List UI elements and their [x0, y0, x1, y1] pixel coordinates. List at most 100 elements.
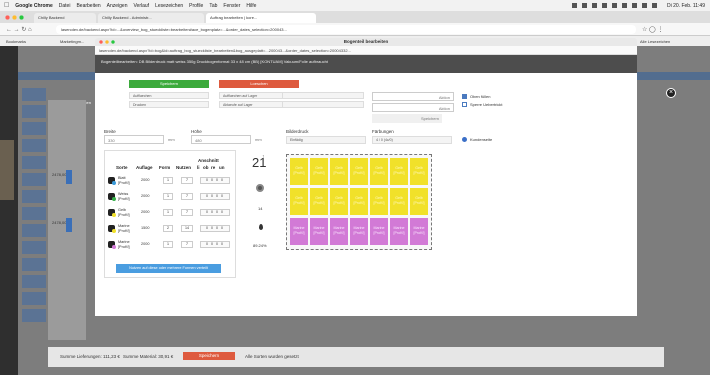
- select-drucken[interactable]: Drucken: [129, 101, 209, 108]
- sheet-cell-purple[interactable]: Marine [ProKf]: [330, 218, 348, 245]
- radio-kundenseite[interactable]: Kundenseite: [462, 137, 492, 142]
- browser-actions[interactable]: ☆ ◯ ⋮: [642, 26, 663, 33]
- sheet-cell-purple[interactable]: Marine [ProKf]: [370, 218, 388, 245]
- clock[interactable]: Di 20. Feb. 11:49: [667, 3, 705, 9]
- sheet-cell-yellow[interactable]: Gelb [ProKf]: [330, 158, 348, 185]
- hoehe-label: Höhe: [191, 129, 202, 134]
- menu-profile[interactable]: Profile: [189, 3, 203, 9]
- row-anschnitt[interactable]: 0 0 0 0: [200, 177, 230, 184]
- row-form[interactable]: 1: [163, 193, 173, 200]
- sheet-cell-purple[interactable]: Marine [ProKf]: [290, 218, 308, 245]
- sheet-cell-yellow[interactable]: Gelb [ProKf]: [390, 188, 408, 215]
- url-field[interactable]: lasercdev.de/backend.aspx?id=...&overvie…: [56, 25, 636, 34]
- select-aufflaechen[interactable]: Aufflaechen: [129, 92, 209, 99]
- menu-anzeigen[interactable]: Anzeigen: [107, 3, 128, 9]
- tab-auftrag[interactable]: Auftrag bearbeiten | kore...: [206, 13, 316, 23]
- bottom-summary-bar: Summe Lieferungen: 111,23 € Summe Materi…: [48, 347, 664, 367]
- col-ob: ob: [203, 165, 209, 170]
- action-field-2[interactable]: Aktion: [372, 103, 454, 112]
- select-empty-1[interactable]: [282, 92, 364, 99]
- hoehe-input[interactable]: 480: [191, 135, 251, 144]
- target-icon[interactable]: [256, 184, 264, 192]
- row-form[interactable]: 2: [163, 225, 173, 232]
- menu-tab[interactable]: Tab: [209, 3, 217, 9]
- apple-icon[interactable]: : [4, 2, 9, 9]
- breite-input[interactable]: 330: [104, 135, 164, 144]
- background-sidebar: [22, 88, 46, 338]
- app-name[interactable]: Google Chrome: [15, 3, 53, 9]
- bookmark-item[interactable]: Bookmarks: [6, 39, 26, 44]
- row-nutzen[interactable]: 7: [181, 193, 193, 200]
- distribute-button[interactable]: Nutzen auf diese oder mehrere Formen ver…: [116, 264, 221, 273]
- row-anschnitt[interactable]: 0 0 0 0: [200, 209, 230, 216]
- checkbox-sperre[interactable]: Sperre Uebertrickt: [462, 102, 502, 107]
- background-row-icon: [66, 218, 72, 232]
- row-anschnitt[interactable]: 0 0 0 0: [200, 193, 230, 200]
- sheet-cell-yellow[interactable]: Gelb [ProKf]: [350, 158, 368, 185]
- table-row[interactable]: Gelb [ProKf] 2000 1 7 0 0 0 0: [106, 206, 234, 222]
- menu-lesezeichen[interactable]: Lesezeichen: [155, 3, 183, 9]
- sheet-cell-yellow[interactable]: Gelb [ProKf]: [310, 188, 328, 215]
- sheet-cell-purple[interactable]: Marine [ProKf]: [310, 218, 328, 245]
- row-nutzen[interactable]: 14: [181, 225, 193, 232]
- sheet-cell-yellow[interactable]: Gelb [ProKf]: [390, 158, 408, 185]
- table-row[interactable]: Marine [ProKf] 1500 2 14 0 0 0 0: [106, 222, 234, 238]
- background-row-value: 2478,00: [52, 172, 67, 177]
- row-form[interactable]: 1: [163, 241, 173, 248]
- row-form[interactable]: 1: [163, 177, 173, 184]
- bookmark-all[interactable]: Alle Lesezeichen: [640, 39, 670, 44]
- sheet-cell-yellow[interactable]: Gelb [ProKf]: [290, 158, 308, 185]
- faerbung-select[interactable]: 4 / 0 (4c/0): [372, 136, 452, 144]
- row-nutzen[interactable]: 7: [181, 209, 193, 216]
- checkbox-oben-label: Oben füllen: [470, 94, 491, 99]
- sheet-cell-yellow[interactable]: Gelb [ProKf]: [330, 188, 348, 215]
- sheet-cell-yellow[interactable]: Gelb [ProKf]: [370, 188, 388, 215]
- tab-chilly-admin[interactable]: Chilly Backend - Administr...: [98, 13, 204, 23]
- close-icon[interactable]: ×: [666, 88, 676, 98]
- material-select[interactable]: Einfädig: [286, 136, 366, 144]
- row-nutzen[interactable]: 7: [181, 241, 193, 248]
- modal-banner: Bogenteilbearbeiten: DB Bilderdruck matt…: [95, 55, 637, 73]
- sheet-cell-yellow[interactable]: Gelb [ProKf]: [410, 158, 428, 185]
- table-row[interactable]: Weiss [ProKf] 2000 1 7 0 0 0 0: [106, 190, 234, 206]
- sheet-cell-yellow[interactable]: Gelb [ProKf]: [310, 158, 328, 185]
- sheet-preview[interactable]: Gelb [ProKf] Gelb [ProKf] Gelb [ProKf] G…: [286, 154, 432, 250]
- bottom-save-button[interactable]: Speichern: [183, 352, 235, 360]
- layer-icon: [108, 177, 116, 185]
- row-anschnitt[interactable]: 0 0 0 0: [200, 241, 230, 248]
- action-label-1: Aktion: [438, 95, 450, 100]
- menu-verlauf[interactable]: Verlauf: [134, 3, 150, 9]
- small-save-button[interactable]: Speichern: [372, 114, 442, 123]
- action-field-1[interactable]: Aktion: [372, 92, 454, 101]
- bookmark-item[interactable]: Marketingm...: [60, 39, 84, 44]
- menu-datei[interactable]: Datei: [59, 3, 71, 9]
- save-button[interactable]: Speichern: [129, 80, 209, 88]
- table-row[interactable]: Blatt [ProKf] 2000 1 7 0 0 0 0: [106, 174, 234, 190]
- menu-hilfe[interactable]: Hilfe: [246, 3, 256, 9]
- sheet-cell-purple[interactable]: Marine [ProKf]: [390, 218, 408, 245]
- sheet-cell-purple[interactable]: Marine [ProKf]: [410, 218, 428, 245]
- checkbox-oben-fuellen[interactable]: Oben füllen: [462, 94, 490, 99]
- select-empty-2[interactable]: [282, 101, 364, 108]
- status-icons[interactable]: [572, 3, 662, 8]
- sheet-cell-yellow[interactable]: Gelb [ProKf]: [410, 188, 428, 215]
- sheet-cell-yellow[interactable]: Gelb [ProKf]: [350, 188, 368, 215]
- row-name: Marine [ProKf]: [118, 224, 130, 233]
- menu-bearbeiten[interactable]: Bearbeiten: [76, 3, 100, 9]
- sheet-cell-purple[interactable]: Marine [ProKf]: [350, 218, 368, 245]
- menu-fenster[interactable]: Fenster: [223, 3, 240, 9]
- row-auflage: 2000: [141, 178, 150, 182]
- delete-button[interactable]: Loeschen: [219, 80, 299, 88]
- row-anschnitt[interactable]: 0 0 0 0: [200, 225, 230, 232]
- background-row-icon: [66, 170, 72, 184]
- faerbung-label: Färbungen: [372, 129, 394, 134]
- table-row[interactable]: Marine [ProKf] 2000 1 7 0 0 0 0: [106, 238, 234, 254]
- sheet-cell-yellow[interactable]: Gelb [ProKf]: [290, 188, 308, 215]
- row-nutzen[interactable]: 7: [181, 177, 193, 184]
- nav-buttons[interactable]: ← → ↻ ⌂: [6, 26, 32, 33]
- sheet-cell-yellow[interactable]: Gelb [ProKf]: [370, 158, 388, 185]
- modal-url[interactable]: lasercdev.de/backend.aspx?id=bog&id=auft…: [95, 46, 637, 55]
- tab-chilly-backend[interactable]: Chilly Backend: [34, 13, 96, 23]
- row-form[interactable]: 1: [163, 209, 173, 216]
- layer-icon: [108, 225, 116, 233]
